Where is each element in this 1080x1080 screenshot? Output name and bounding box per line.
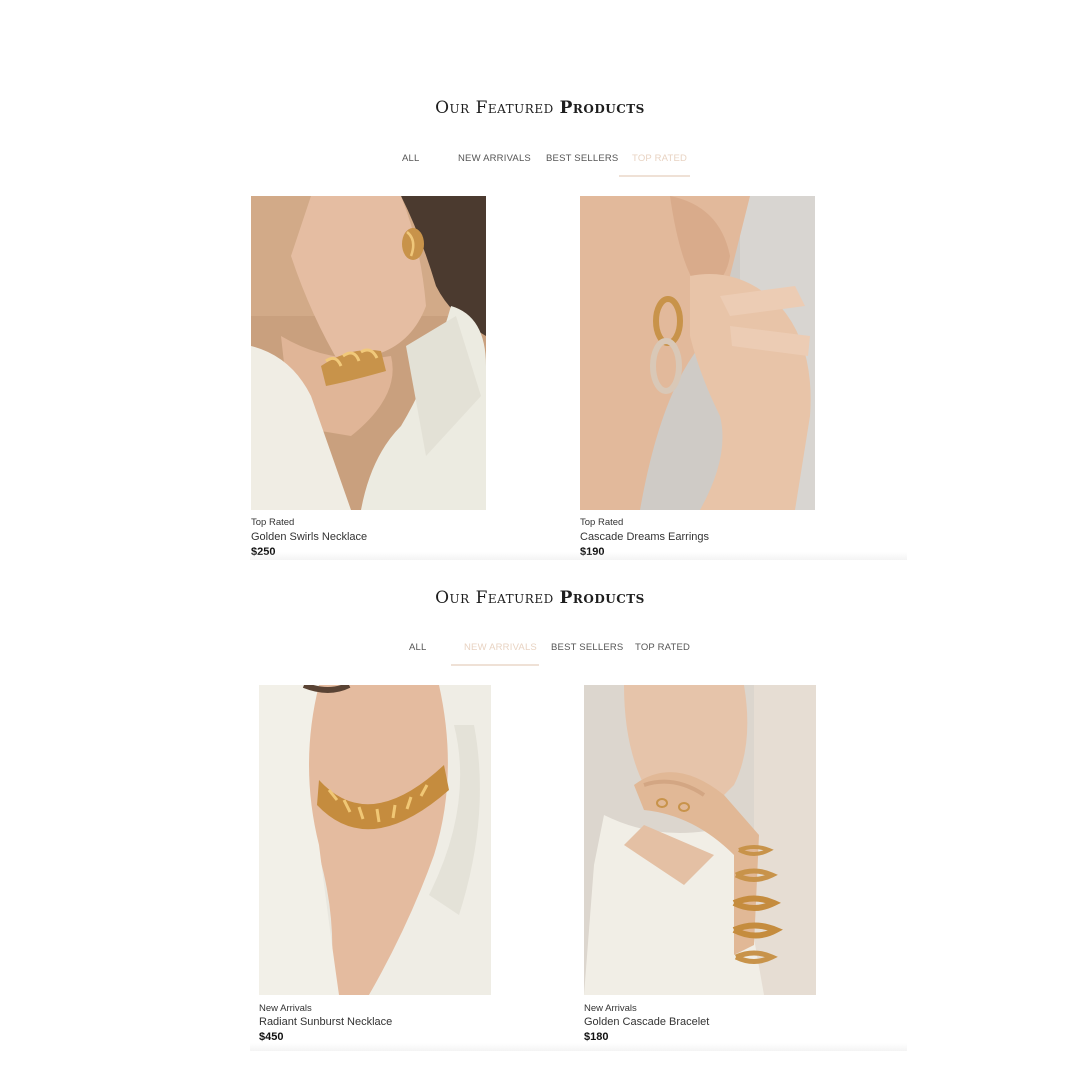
tab-best-sellers[interactable]: BEST SELLERS bbox=[551, 642, 623, 653]
tab-top-rated[interactable]: TOP RATED bbox=[635, 642, 690, 653]
active-tab-underline bbox=[451, 664, 539, 666]
product-image-golden-swirls-necklace[interactable] bbox=[251, 196, 486, 510]
heading-light-text: Our Featured bbox=[435, 98, 554, 118]
featured-products-section-top-rated: Our Featured Products ALL NEW ARRIVALS B… bbox=[0, 0, 1080, 560]
section-heading: Our Featured Products bbox=[0, 98, 1080, 118]
heading-bold-text: Products bbox=[559, 98, 645, 118]
product-category: New Arrivals bbox=[259, 1003, 312, 1014]
product-image-radiant-sunburst-necklace[interactable] bbox=[259, 685, 491, 995]
heading-light-text: Our Featured bbox=[435, 588, 554, 608]
product-price: $450 bbox=[259, 1031, 284, 1043]
tab-all[interactable]: ALL bbox=[402, 153, 420, 164]
product-image-cascade-dreams-earrings[interactable] bbox=[580, 196, 815, 510]
section-divider bbox=[250, 552, 907, 560]
product-category: Top Rated bbox=[580, 517, 624, 528]
product-image-golden-cascade-bracelet[interactable] bbox=[584, 685, 816, 995]
section-divider bbox=[250, 1043, 907, 1051]
tab-new-arrivals[interactable]: NEW ARRIVALS bbox=[464, 642, 537, 653]
product-price: $180 bbox=[584, 1031, 609, 1043]
product-category: Top Rated bbox=[251, 517, 295, 528]
active-tab-underline bbox=[619, 175, 690, 177]
tab-top-rated[interactable]: TOP RATED bbox=[632, 153, 687, 164]
product-name[interactable]: Cascade Dreams Earrings bbox=[580, 531, 709, 543]
product-name[interactable]: Golden Swirls Necklace bbox=[251, 531, 367, 543]
product-name[interactable]: Radiant Sunburst Necklace bbox=[259, 1016, 392, 1028]
heading-bold-text: Products bbox=[559, 588, 645, 608]
product-category: New Arrivals bbox=[584, 1003, 637, 1014]
tab-best-sellers[interactable]: BEST SELLERS bbox=[546, 153, 618, 164]
product-name[interactable]: Golden Cascade Bracelet bbox=[584, 1016, 709, 1028]
section-heading: Our Featured Products bbox=[0, 588, 1080, 608]
tab-new-arrivals[interactable]: NEW ARRIVALS bbox=[458, 153, 531, 164]
tab-all[interactable]: ALL bbox=[409, 642, 427, 653]
featured-products-section-new-arrivals: Our Featured Products ALL NEW ARRIVALS B… bbox=[0, 560, 1080, 1080]
